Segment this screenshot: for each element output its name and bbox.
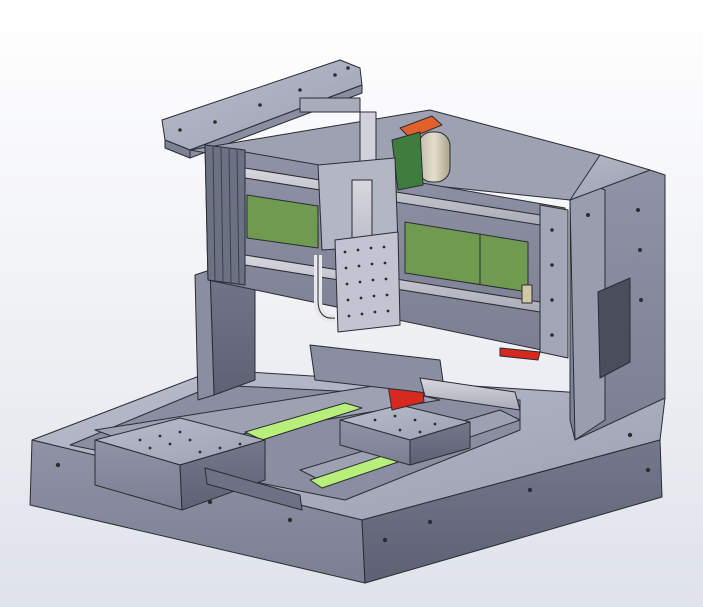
cad-viewport bbox=[0, 0, 703, 607]
column-window bbox=[597, 277, 631, 379]
red-tab bbox=[499, 347, 541, 361]
motor-green-mount bbox=[391, 131, 424, 191]
gantry-machine-render bbox=[29, 59, 666, 584]
z-axis-front-plate bbox=[334, 231, 401, 333]
beam-left-fins bbox=[204, 144, 246, 286]
